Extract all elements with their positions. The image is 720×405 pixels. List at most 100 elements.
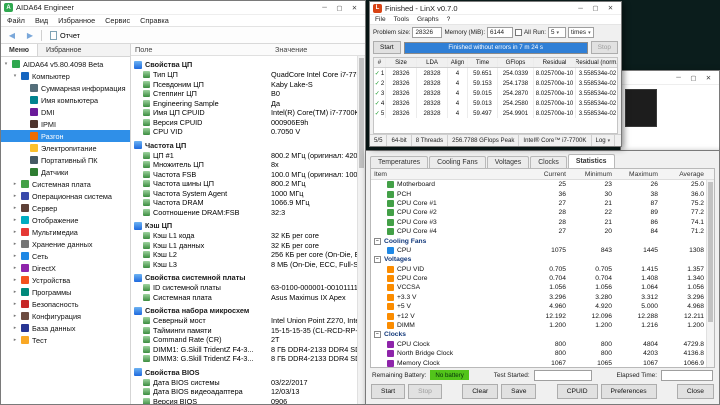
statistics-row[interactable]: CPU Core #2 28 22 89 77.2 [371,208,714,217]
expander-icon[interactable]: ▸ [12,205,18,211]
expander-icon[interactable]: ▸ [12,325,18,331]
statistics-row[interactable]: Memory Clock 1067 1065 1067 1066.9 [371,358,714,367]
minimize-icon[interactable]: ─ [317,2,332,13]
sidebar-tab-Избранное[interactable]: Избранное [38,44,89,56]
content-scrollbar[interactable] [357,56,365,404]
field-row[interactable]: Тип ЦП QuadCore Intel Core i7-7700K [131,70,365,80]
close-icon[interactable]: ✕ [701,72,716,83]
expander-icon[interactable]: ▸ [12,337,18,343]
minimize-icon[interactable]: ─ [573,3,588,14]
sidebar-item-DirectX[interactable]: ▸ DirectX [1,262,130,274]
maximize-icon[interactable]: ▢ [588,3,603,14]
field-row[interactable]: Частота шины ЦП 800.2 МГц [131,179,365,189]
run-count-select[interactable]: 5 [548,27,567,38]
status-segment-5[interactable]: Log [592,135,616,146]
column-header-item[interactable]: Item [371,171,530,178]
field-row[interactable]: Степпинг ЦП B0 [131,89,365,99]
field-row[interactable]: Системная плата Asus Maximus IX Apex [131,293,365,303]
tab-Cooling Fans[interactable]: Cooling Fans [429,156,486,168]
sidebar-item-Датчики[interactable]: Датчики [1,166,130,178]
statistics-row[interactable]: +3.3 V 3.296 3.280 3.312 3.296 [371,293,714,302]
close-icon[interactable]: ✕ [603,3,618,14]
statistics-row[interactable]: North Bridge Clock 800 800 4203 4136.8 [371,349,714,358]
menu-item-Сервис[interactable]: Сервис [105,16,130,25]
expander-icon[interactable]: ▸ [12,253,18,259]
column-header-current[interactable]: Current [530,171,576,178]
column-header-Time[interactable]: Time [468,58,498,67]
collapse-icon[interactable]: − [374,331,381,339]
sidebar-item-Хранение данных[interactable]: ▸ Хранение данных [1,238,130,250]
expander-icon[interactable]: ▸ [12,241,18,247]
expander-icon[interactable]: ▾ [12,73,18,79]
scrollbar-thumb[interactable] [708,182,713,322]
collapse-icon[interactable]: − [374,256,381,264]
maximize-icon[interactable]: ▢ [686,72,701,83]
sidebar-item-Безопасность[interactable]: ▸ Безопасность [1,298,130,310]
menu-item-?[interactable]: ? [447,16,451,23]
column-header-average[interactable]: Average [668,171,714,178]
expander-icon[interactable]: ▸ [12,265,18,271]
field-row[interactable]: Кэш L3 8 МБ (On-Die, ECC, Full-Speed) [131,260,365,270]
column-header-LDA[interactable]: LDA [417,58,448,67]
sidebar-item-Тест[interactable]: ▸ Тест [1,334,130,346]
back-icon[interactable]: ◀ [5,29,19,42]
field-row[interactable]: Имя ЦП CPUID Intel(R) Core(TM) i7-7700K C… [131,108,365,118]
statistics-row[interactable]: CPU Core #4 27 20 84 71.2 [371,227,714,236]
statistics-row[interactable]: VCCSA 1.056 1.056 1.064 1.056 [371,283,714,292]
field-row[interactable]: Частота DRAM 1066.9 МГц [131,198,365,208]
field-row[interactable]: Тайминги памяти 15-15-15-35 (CL-RCD-RP-RA… [131,326,365,336]
save-button[interactable]: Save [501,384,537,399]
sidebar-item-Сервер[interactable]: ▸ Сервер [1,202,130,214]
column-header-GFlops[interactable]: GFlops [498,58,534,67]
column-header-value[interactable]: Значение [271,44,311,55]
background-window-titlebar[interactable]: ─ ▢ ✕ [621,71,719,85]
statistics-row[interactable]: − Clocks [371,330,714,339]
scrollbar-thumb[interactable] [359,58,364,168]
tab-Clocks[interactable]: Clocks [530,156,567,168]
table-row[interactable]: ✓ 1 28326 28328 4 59.651 254.0339 8.025700e-10 3… [374,68,617,78]
linx-start-button[interactable]: Start [373,41,401,54]
forward-icon[interactable]: ▶ [23,29,37,42]
sidebar-item-Устройства[interactable]: ▸ Устройства [1,274,130,286]
collapse-icon[interactable]: − [374,237,381,245]
statistics-row[interactable]: CPU VID 0.705 0.705 1.415 1.357 [371,265,714,274]
sidebar-item-Сеть[interactable]: ▸ Сеть [1,250,130,262]
column-header-Residual (norm.)[interactable]: Residual (norm.) [576,58,617,67]
statistics-row[interactable]: − Cooling Fans [371,236,714,245]
sidebar-item-Программы[interactable]: ▸ Программы [1,286,130,298]
field-row[interactable]: Версия BIOS 0906 [131,397,365,404]
close-icon[interactable]: ✕ [347,2,362,13]
aida64-titlebar[interactable]: A AIDA64 Engineer ─ ▢ ✕ [1,1,365,15]
report-button[interactable]: Отчет [46,30,84,41]
menu-item-Избранное[interactable]: Избранное [58,16,95,25]
menu-item-Файл[interactable]: Файл [7,16,25,25]
field-row[interactable]: Частота System Agent 1000 МГц [131,189,365,199]
field-row[interactable]: DIMM1: G.Skill TridentZ F4-3... 8 ГБ DDR4… [131,345,365,355]
field-row[interactable]: Кэш L1 кода 32 КБ per core [131,231,365,241]
column-header-Size[interactable]: Size [386,58,417,67]
field-row[interactable]: ЦП #1 800.2 МГц (оригинал: 4200 МГц) [131,151,365,161]
start-button[interactable]: Start [371,384,406,399]
statistics-row[interactable]: CPU Core #3 28 21 86 74.1 [371,218,714,227]
field-row[interactable]: Версия CPUID 000906E9h [131,118,365,128]
preferences-button[interactable]: Preferences [600,384,657,399]
expander-icon[interactable]: ▸ [12,313,18,319]
sidebar-item-IPMI[interactable]: IPMI [1,118,130,130]
field-row[interactable]: Кэш L1 данных 32 КБ per core [131,241,365,251]
statistics-row[interactable]: PCH 36 30 38 36.0 [371,189,714,198]
problem-size-input[interactable]: 28326 [412,27,443,38]
statistics-row[interactable]: +5 V 4.960 4.920 5.000 4.968 [371,302,714,311]
statistics-row[interactable]: CPU Core 0.704 0.704 1.408 1.340 [371,274,714,283]
table-row[interactable]: ✓ 4 28326 28328 4 59.013 254.2580 8.025700e-10 3… [374,98,617,108]
all-memory-checkbox[interactable] [515,29,523,36]
linx-stop-button[interactable]: Stop [590,41,618,54]
run-units-select[interactable]: times [568,27,595,38]
column-header-field[interactable]: Поле [131,44,271,55]
expander-icon[interactable]: ▸ [12,217,18,223]
field-row[interactable]: Псевдоним ЦП Kaby Lake-S [131,80,365,90]
expander-icon[interactable]: ▸ [12,301,18,307]
statistics-row[interactable]: CPU 1075 843 1445 1308 [371,246,714,255]
statistics-row[interactable]: +12 V 12.192 12.096 12.288 12.211 [371,311,714,320]
field-row[interactable]: Command Rate (CR) 2T [131,335,365,345]
sidebar-item-Операционная система[interactable]: ▸ Операционная система [1,190,130,202]
